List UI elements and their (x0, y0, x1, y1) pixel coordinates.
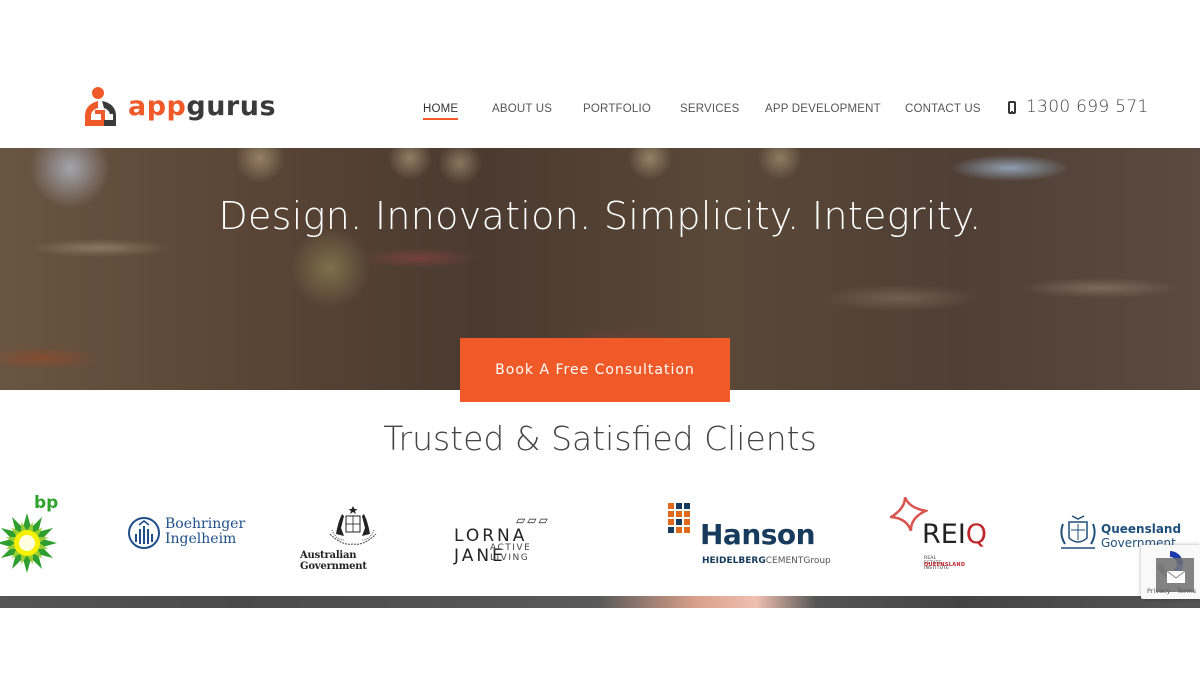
recaptcha-privacy-terms-link[interactable]: Privacy - Terms (1147, 587, 1196, 595)
nav-about-us[interactable]: ABOUT US (492, 103, 552, 115)
hanson-sub-plain: CEMENTGroup (765, 556, 831, 566)
bp-helios-icon (0, 513, 57, 573)
mobile-phone-icon (1008, 100, 1016, 114)
nav-home[interactable]: HOME (423, 103, 459, 120)
logo-text-gurus: gurus (186, 91, 277, 122)
logo-text-app: app (128, 91, 187, 122)
phone-number: 1300 699 571 (1026, 97, 1149, 117)
book-consultation-button[interactable]: Book A Free Consultation (460, 338, 730, 402)
lorna-jane-mark: ▱▱▱ (516, 513, 550, 527)
australian-government-wordmark: Australian Government (300, 550, 367, 572)
hanson-sub-bold: HEIDELBERG (702, 556, 766, 566)
logo-text: appgurus (128, 86, 276, 128)
recaptcha-badge[interactable]: Privacy - Terms (1141, 545, 1200, 599)
reiq-wordmark-q: Q (965, 519, 988, 550)
boehringer-wordmark: Boehringer Ingelheim (165, 517, 245, 547)
reiq-subtitle-state: QUEENSLAND (924, 562, 966, 568)
hanson-wordmark: Hanson (700, 518, 816, 551)
hanson-subtitle: HEIDELBERGCEMENTGroup (702, 556, 831, 566)
queensland-crest-icon (1060, 515, 1096, 549)
queensland-line1: Queensland (1101, 522, 1182, 536)
reiq-wordmark-rei: REI (922, 519, 966, 550)
page: appgurus HOME ABOUT US PORTFOLIO SERVICE… (0, 0, 1200, 678)
hanson-squares-icon (668, 503, 690, 533)
nav-services[interactable]: SERVICES (680, 103, 740, 115)
phone-link[interactable]: 1300 699 571 (1008, 97, 1149, 117)
boehringer-line2: Ingelheim (165, 531, 237, 547)
next-section-image (0, 596, 1200, 608)
site-header: appgurus HOME ABOUT US PORTFOLIO SERVICE… (0, 0, 1200, 148)
nav-portfolio[interactable]: PORTFOLIO (583, 103, 651, 115)
appgurus-logo[interactable]: appgurus (82, 86, 276, 128)
mail-icon (1167, 571, 1185, 583)
nav-contact-us[interactable]: CONTACT US (905, 103, 981, 115)
nav-app-development[interactable]: APP DEVELOPMENT (765, 103, 881, 115)
boehringer-emblem-icon (128, 517, 160, 549)
appgurus-logo-icon (85, 87, 116, 126)
clients-heading: Trusted & Satisfied Clients (383, 419, 817, 458)
coat-of-arms-icon (329, 506, 377, 545)
lorna-jane-tagline: ACTIVE LIVING (490, 543, 532, 563)
bp-wordmark: bp (34, 493, 59, 513)
boehringer-line1: Boehringer (165, 516, 246, 532)
hero-title: Design. Innovation. Simplicity. Integrit… (218, 194, 982, 238)
reiq-wordmark: REIQ (922, 519, 987, 550)
